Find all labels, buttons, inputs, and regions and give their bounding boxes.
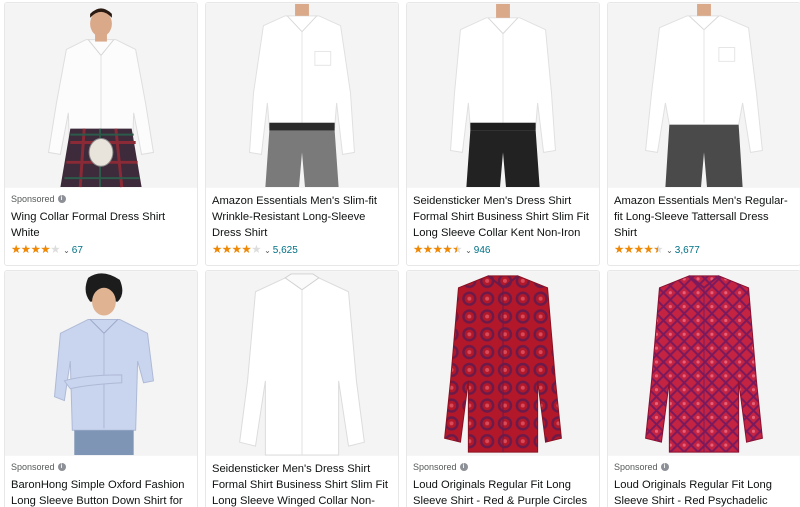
product-image[interactable] [608, 3, 800, 188]
product-image[interactable] [407, 271, 599, 456]
product-title[interactable]: Wing Collar Formal Dress Shirt White [11, 209, 191, 241]
info-icon[interactable]: i [57, 463, 66, 471]
sponsored-label: Sponsored i [11, 461, 191, 473]
product-rating[interactable]: ★★★★★ ★★★★★ ⌄ 946 [413, 243, 593, 257]
info-icon[interactable]: i [459, 463, 468, 471]
product-card[interactable]: Sponsored i Wing Collar Formal Dress Shir… [4, 2, 198, 266]
product-title[interactable]: BaronHong Simple Oxford Fashion Long Sle… [11, 477, 191, 507]
product-card[interactable]: Sponsored i BaronHong Simple Oxford Fashi… [4, 270, 198, 507]
product-title[interactable]: Amazon Essentials Men's Regular-fit Long… [614, 193, 794, 241]
product-image[interactable] [206, 271, 398, 456]
product-photo-red-purple-circles-shirt [407, 271, 599, 456]
chevron-down-icon[interactable]: ⌄ [465, 246, 472, 255]
product-image[interactable] [608, 271, 800, 456]
product-rating[interactable]: ★★★★★★★★★★ ⌄ 5,625 [212, 243, 392, 257]
star-rating: ★★★★★★★★★★ [413, 244, 463, 256]
star-rating: ★★★★★★★★★★ [11, 244, 61, 256]
product-card[interactable]: Amazon Essentials Men's Regular-fit Long… [607, 2, 800, 266]
sponsored-label: Sponsored i [413, 461, 593, 473]
product-image[interactable] [5, 271, 197, 456]
chevron-down-icon[interactable]: ⌄ [666, 246, 673, 255]
product-rating[interactable]: ★★★★★★★★★★ ⌄ 67 [11, 243, 191, 257]
product-image[interactable] [5, 3, 197, 188]
review-count[interactable]: 67 [72, 245, 83, 256]
product-card[interactable]: Amazon Essentials Men's Slim-fit Wrinkle… [205, 2, 399, 266]
product-title[interactable]: Seidensticker Men's Dress Shirt Formal S… [413, 193, 593, 241]
product-image[interactable] [407, 3, 599, 188]
product-card[interactable]: Sponsored i Loud Originals Regular Fit Lo… [607, 270, 800, 507]
product-card[interactable]: Sponsored i Loud Originals Regular Fit Lo… [406, 270, 600, 507]
product-photo-kilt-shirt [5, 3, 197, 188]
sponsored-label: Sponsored i [614, 461, 794, 473]
product-card[interactable]: Seidensticker Men's Dress Shirt Formal S… [205, 270, 399, 507]
product-photo-white-shirt-gray-pants [206, 3, 398, 188]
product-title[interactable]: Loud Originals Regular Fit Long Sleeve S… [614, 477, 794, 507]
product-photo-winged-collar-shirt [206, 271, 398, 456]
product-rating[interactable]: ★★★★★ ★★★★★ ⌄ 3,677 [614, 243, 794, 257]
review-count[interactable]: 946 [474, 245, 491, 256]
info-icon[interactable]: i [660, 463, 669, 471]
chevron-down-icon[interactable]: ⌄ [264, 246, 271, 255]
product-title[interactable]: Seidensticker Men's Dress Shirt Formal S… [212, 461, 392, 507]
product-grid: Sponsored i Wing Collar Formal Dress Shir… [0, 0, 800, 507]
product-photo-red-tribal-shirt [608, 271, 800, 456]
product-photo-tattersall-shirt [608, 3, 800, 188]
review-count[interactable]: 5,625 [273, 245, 298, 256]
star-rating: ★★★★★★★★★★ [614, 244, 664, 256]
product-title[interactable]: Amazon Essentials Men's Slim-fit Wrinkle… [212, 193, 392, 241]
sponsored-label: Sponsored i [11, 193, 191, 205]
info-icon[interactable]: i [57, 195, 66, 203]
chevron-down-icon[interactable]: ⌄ [63, 246, 70, 255]
product-photo-oxford-shirt [5, 271, 197, 456]
star-rating: ★★★★★★★★★★ [212, 244, 262, 256]
product-card[interactable]: Seidensticker Men's Dress Shirt Formal S… [406, 2, 600, 266]
product-photo-white-shirt-black-pants [407, 3, 599, 188]
review-count[interactable]: 3,677 [675, 245, 700, 256]
product-image[interactable] [206, 3, 398, 188]
product-title[interactable]: Loud Originals Regular Fit Long Sleeve S… [413, 477, 593, 507]
